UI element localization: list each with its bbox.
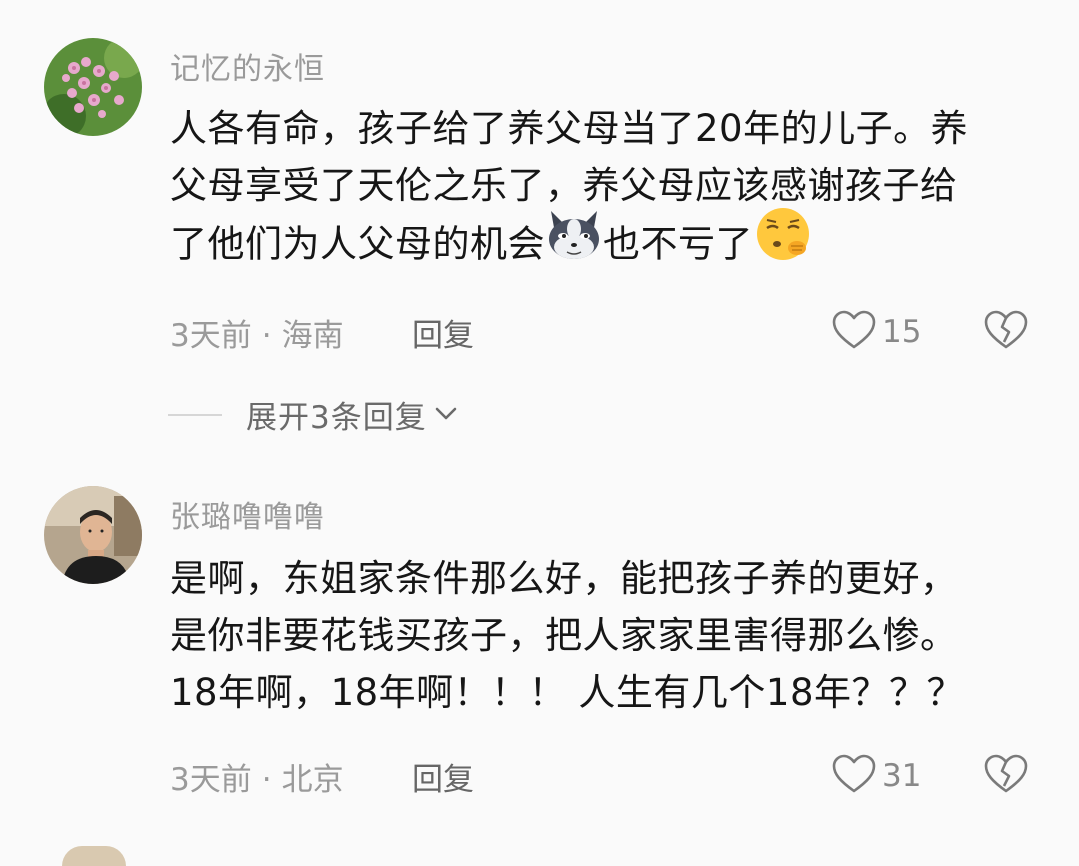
comment-meta: 3天前 · 海南 — [170, 310, 344, 355]
reply-button[interactable]: 回复 — [412, 754, 474, 799]
reply-button[interactable]: 回复 — [412, 310, 474, 355]
comment-line: 是你非要花钱买孩子，把人家家里害得那么惨。 — [170, 614, 958, 657]
comment-line: 了他们为人父母的机会 也不亏了 — [170, 208, 1050, 271]
expand-replies-label: 展开3条回复 — [246, 400, 427, 436]
comment-line: 人各有命，孩子给了养父母当了20年的儿子。养 — [170, 107, 969, 150]
dislike-button[interactable] — [984, 754, 1028, 798]
avatar[interactable] — [62, 846, 126, 866]
sighing-face-emoji-icon — [753, 206, 813, 278]
comment-text-fragment: 也不亏了 — [603, 222, 753, 266]
avatar[interactable] — [44, 486, 142, 584]
avatar[interactable] — [44, 38, 142, 136]
like-count: 31 — [882, 758, 922, 794]
broken-heart-icon — [984, 310, 1028, 354]
broken-heart-icon — [984, 754, 1028, 798]
like-count: 15 — [882, 314, 922, 350]
chevron-down-icon — [433, 403, 459, 427]
comment-line: 是啊，东姐家条件那么好，能把孩子养的更好， — [170, 557, 958, 600]
comment-text-fragment: 了他们为人父母的机会 — [170, 222, 545, 266]
timestamp: 3天前 — [170, 318, 252, 354]
location: 海南 — [281, 318, 344, 354]
comment-line: 父母享受了天伦之乐了，养父母应该感谢孩子给 — [170, 164, 958, 207]
comment-text: 人各有命，孩子给了养父母当了20年的儿子。养 父母享受了天伦之乐了，养父母应该感… — [170, 100, 1050, 271]
username[interactable]: 张璐噜噜噜 — [170, 492, 325, 536]
heart-outline-icon — [832, 754, 876, 798]
location: 北京 — [281, 762, 344, 798]
wolf-face-emoji-icon — [545, 207, 603, 277]
like-button[interactable]: 31 — [832, 754, 921, 798]
dislike-button[interactable] — [984, 310, 1028, 354]
separator: · — [261, 762, 272, 798]
username[interactable]: 记忆的永恒 — [170, 44, 325, 88]
heart-outline-icon — [832, 310, 876, 354]
timestamp: 3天前 — [170, 762, 252, 798]
comment-text: 是啊，东姐家条件那么好，能把孩子养的更好， 是你非要花钱买孩子，把人家家里害得那… — [170, 550, 1050, 721]
comment-meta: 3天前 · 北京 — [170, 754, 344, 799]
expand-replies[interactable]: 展开3条回复 — [168, 392, 459, 437]
comment-line: 18年啊，18年啊！！！ 人生有几个18年？？？ — [170, 671, 965, 714]
divider — [168, 413, 222, 416]
like-button[interactable]: 15 — [832, 310, 921, 354]
separator: · — [261, 318, 272, 354]
